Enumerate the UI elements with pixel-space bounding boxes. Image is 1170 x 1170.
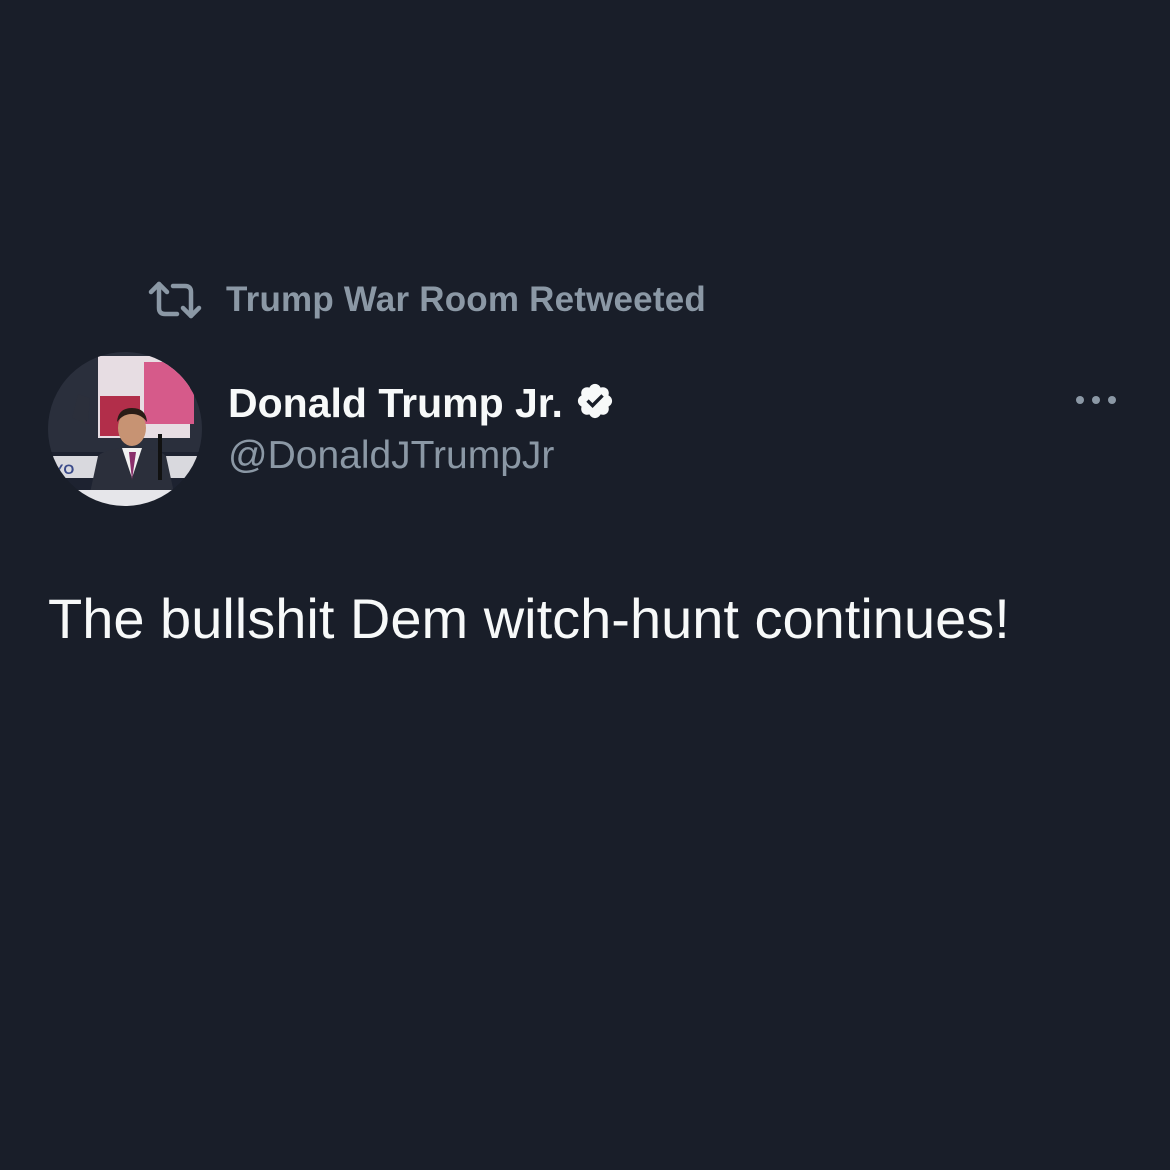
more-options-icon bbox=[1074, 393, 1118, 411]
verified-badge-icon bbox=[575, 381, 615, 426]
retweet-icon bbox=[146, 280, 204, 320]
tweet-text: The bullshit Dem witch-hunt continues! bbox=[48, 587, 1010, 650]
avatar[interactable]: YO bbox=[48, 352, 202, 506]
retweet-context: Trump War Room Retweeted bbox=[146, 276, 706, 324]
author-name-row: Donald Trump Jr. bbox=[228, 376, 615, 430]
author-display-name[interactable]: Donald Trump Jr. bbox=[228, 380, 563, 427]
tweet-author: Donald Trump Jr. @DonaldJTrumpJr bbox=[228, 376, 615, 478]
more-options-button[interactable] bbox=[1066, 384, 1126, 420]
retweeted-by-label[interactable]: Trump War Room Retweeted bbox=[226, 280, 706, 320]
author-handle[interactable]: @DonaldJTrumpJr bbox=[228, 434, 615, 478]
svg-text:YO: YO bbox=[54, 461, 74, 477]
